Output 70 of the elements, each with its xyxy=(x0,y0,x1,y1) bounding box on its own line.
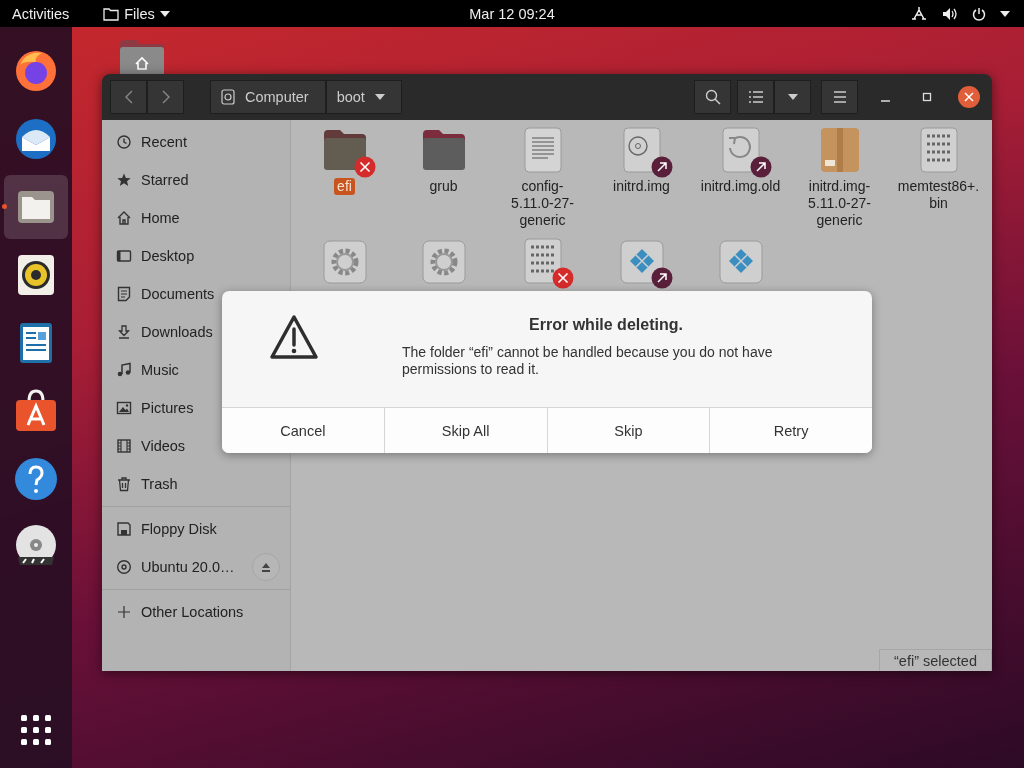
folder-icon xyxy=(103,6,120,21)
file-name: initrd.img-5.11.0-27-generic xyxy=(807,178,872,229)
activities-button[interactable]: Activities xyxy=(0,5,82,22)
floppy-icon xyxy=(116,521,132,537)
dialog-message: The folder “efi” cannot be handled because you do not have permissions to read it. xyxy=(402,344,774,378)
dialog-button[interactable]: Skip xyxy=(547,408,711,453)
app-menu[interactable]: Files xyxy=(103,5,170,22)
trash-icon xyxy=(116,476,132,492)
volume-icon[interactable] xyxy=(942,6,958,21)
file-name: grub xyxy=(428,178,459,195)
caret-icon xyxy=(787,94,798,100)
power-icon[interactable] xyxy=(972,6,986,21)
list-view-button[interactable] xyxy=(737,80,774,114)
menu-button[interactable] xyxy=(821,80,858,114)
search-button[interactable] xyxy=(694,80,731,114)
caret-icon xyxy=(374,94,385,100)
sidebar-item[interactable]: Documents xyxy=(102,275,290,313)
sidebar-item[interactable]: Recent xyxy=(102,123,290,161)
sidebar-item[interactable]: Ubuntu 20.0… xyxy=(102,548,290,586)
eject-icon xyxy=(261,562,271,572)
file-name: efi xyxy=(334,178,355,195)
close-button[interactable] xyxy=(958,86,980,108)
sidebar-item[interactable]: Music xyxy=(102,351,290,389)
dialog-button[interactable]: Skip All xyxy=(384,408,548,453)
star-icon xyxy=(116,172,132,188)
view-options-button[interactable] xyxy=(774,80,811,114)
sidebar-item[interactable]: Trash xyxy=(102,465,290,503)
back-icon xyxy=(124,90,133,104)
maximize-icon xyxy=(922,92,932,102)
caret-icon xyxy=(159,10,170,17)
sidebar-item[interactable]: Floppy Disk xyxy=(102,510,290,548)
clock[interactable]: Mar 12 09:24 xyxy=(469,5,555,22)
warning-icon xyxy=(269,314,319,360)
menu-icon xyxy=(832,91,847,103)
disc-icon xyxy=(116,559,132,575)
forward-icon xyxy=(161,90,170,104)
film-icon xyxy=(116,438,132,454)
sidebar-item[interactable]: Starred xyxy=(102,161,290,199)
desktop-icon xyxy=(116,248,132,264)
dialog-title: Error while deleting. xyxy=(528,316,684,334)
drive-icon xyxy=(221,89,235,105)
music-note-icon xyxy=(116,362,132,378)
file-name: config-5.11.0-27-generic xyxy=(510,178,575,229)
close-icon xyxy=(964,92,974,102)
document-icon xyxy=(116,286,132,302)
sidebar-item[interactable]: Other Locations xyxy=(102,593,290,631)
path-button[interactable]: boot xyxy=(325,80,402,114)
dialog-button[interactable]: Retry xyxy=(710,408,872,453)
file-name: initrd.img.old xyxy=(699,178,782,195)
picture-icon xyxy=(116,400,132,416)
app-grid-icon[interactable] xyxy=(20,714,52,746)
house-icon xyxy=(116,210,132,226)
help-icon[interactable] xyxy=(12,455,60,503)
eject-button[interactable] xyxy=(252,553,280,581)
path-button[interactable]: Computer xyxy=(210,80,326,114)
network-icon[interactable] xyxy=(910,5,928,22)
search-icon xyxy=(704,89,721,105)
list-icon xyxy=(748,91,763,103)
sidebar-item[interactable]: Home xyxy=(102,199,290,237)
minimize-icon xyxy=(880,100,890,102)
clock-icon xyxy=(116,134,132,150)
caret-icon[interactable] xyxy=(1000,10,1010,17)
plus-icon xyxy=(116,604,132,620)
download-icon xyxy=(116,324,132,340)
file-name: initrd.img xyxy=(612,178,671,195)
sidebar-item[interactable]: Desktop xyxy=(102,237,290,275)
sidebar-item[interactable]: Downloads xyxy=(102,313,290,351)
status-label: “efi” selected xyxy=(879,649,992,671)
dialog-button[interactable]: Cancel xyxy=(222,408,385,453)
file-name: memtest86+.bin xyxy=(896,178,981,212)
